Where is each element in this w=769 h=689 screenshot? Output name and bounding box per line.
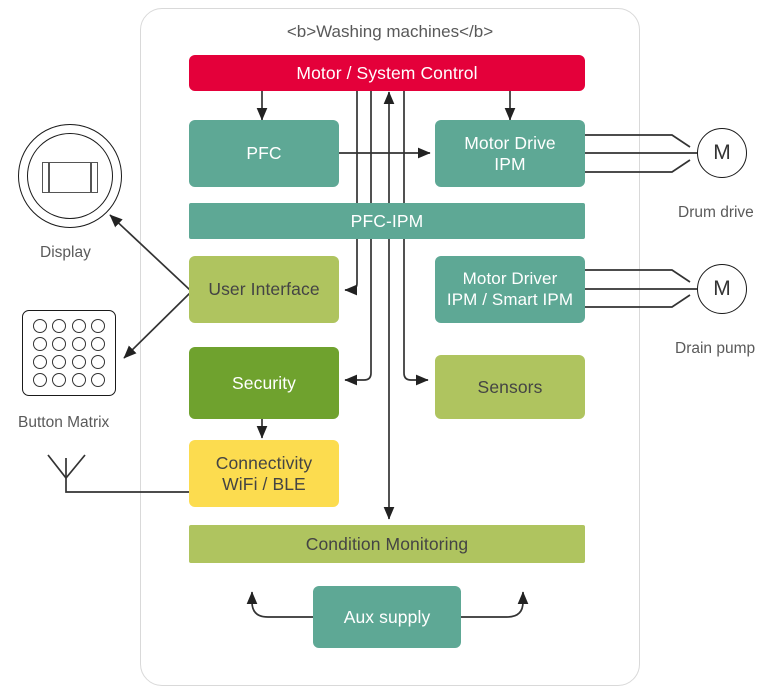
matrix-key[interactable] [33, 354, 48, 369]
matrix-key[interactable] [90, 337, 105, 352]
matrix-key[interactable] [52, 319, 67, 334]
block-motor-drive-ipm[interactable]: Motor Drive IPM [435, 120, 585, 187]
display-screen [42, 162, 98, 193]
motor-badge-text: M [713, 277, 731, 300]
block-label-line1: Connectivity [215, 452, 313, 473]
block-label: Motor / System Control [296, 62, 478, 83]
block-security[interactable]: Security [189, 347, 339, 419]
block-pfc-ipm[interactable]: PFC-IPM [189, 203, 585, 239]
block-label: Condition Monitoring [305, 533, 469, 554]
matrix-key[interactable] [71, 354, 86, 369]
block-label-line2: IPM / Smart IPM [446, 289, 574, 309]
block-label-line1: Motor Drive [464, 132, 556, 153]
block-label-line2: WiFi / BLE [222, 473, 306, 494]
display-label: Display [40, 244, 91, 261]
block-label: Aux supply [343, 606, 431, 627]
block-label-line2: IPM [494, 153, 526, 174]
drain-pump-label: Drain pump [675, 340, 756, 357]
block-label: PFC [246, 143, 282, 164]
matrix-key[interactable] [52, 354, 67, 369]
matrix-key[interactable] [33, 319, 48, 334]
motor-icon-drum-drive: M [697, 128, 747, 178]
matrix-key[interactable] [71, 372, 86, 387]
block-condition-monitoring[interactable]: Condition Monitoring [189, 525, 585, 563]
matrix-key[interactable] [52, 337, 67, 352]
matrix-key[interactable] [52, 372, 67, 387]
block-pfc[interactable]: PFC [189, 120, 339, 187]
motor-icon-drain-pump: M [697, 264, 747, 314]
block-label: PFC-IPM [350, 210, 424, 231]
block-motor-driver-ipm-smart-ipm[interactable]: Motor Driver IPM / Smart IPM [435, 256, 585, 323]
block-motor-system-control[interactable]: Motor / System Control [189, 55, 585, 91]
matrix-key[interactable] [90, 319, 105, 334]
block-user-interface[interactable]: User Interface [189, 256, 339, 323]
diagram-canvas: <b>Washing machines</b> Motor / System C… [0, 0, 769, 689]
block-label-line1: Motor Driver [462, 269, 558, 289]
block-sensors[interactable]: Sensors [435, 355, 585, 419]
matrix-key[interactable] [71, 319, 86, 334]
matrix-key[interactable] [90, 354, 105, 369]
drum-drive-label: Drum drive [678, 204, 754, 221]
block-aux-supply[interactable]: Aux supply [313, 586, 461, 648]
diagram-title: <b>Washing machines</b> [286, 22, 494, 41]
round-display-icon [18, 124, 122, 228]
button-matrix-label: Button Matrix [18, 414, 110, 431]
block-label: Sensors [477, 376, 543, 397]
button-matrix-icon[interactable] [22, 310, 116, 396]
block-label: User Interface [208, 279, 320, 300]
matrix-key[interactable] [33, 337, 48, 352]
block-connectivity[interactable]: Connectivity WiFi / BLE [189, 440, 339, 507]
matrix-key[interactable] [71, 337, 86, 352]
motor-badge-text: M [713, 141, 731, 164]
matrix-key[interactable] [33, 372, 48, 387]
matrix-key[interactable] [90, 372, 105, 387]
block-label: Security [231, 372, 296, 393]
